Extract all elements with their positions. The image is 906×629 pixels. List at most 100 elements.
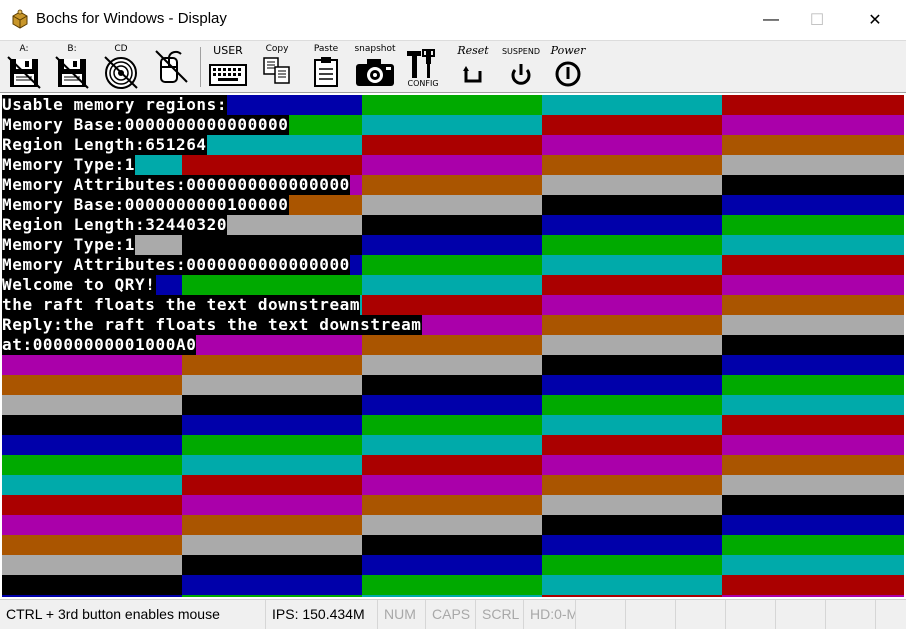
mouse-icon <box>155 50 188 83</box>
title-bar: Bochs for Windows - Display — ☐ ✕ <box>0 0 906 40</box>
color-bar-cell <box>722 155 904 175</box>
status-ips: IPS: 150.434M <box>266 600 378 629</box>
color-bar-cell <box>722 115 904 135</box>
snapshot-button[interactable]: snapshot <box>352 44 398 90</box>
color-bar-cell <box>362 135 542 155</box>
color-bar-cell <box>362 255 542 275</box>
color-bar-cell <box>722 295 904 315</box>
status-bar: CTRL + 3rd button enables mouse IPS: 150… <box>0 599 906 629</box>
color-bar-cell <box>182 475 362 495</box>
color-bar-cell <box>362 455 542 475</box>
color-bar-cell <box>722 435 904 455</box>
color-bar-cell <box>722 415 904 435</box>
color-bar-cell <box>2 555 182 575</box>
color-bar-cell <box>362 235 542 255</box>
floppy-a-button[interactable]: A: <box>4 44 44 90</box>
color-bar-cell <box>542 235 722 255</box>
status-num: NUM <box>378 600 426 629</box>
config-icon <box>407 49 435 78</box>
toolbar-separator <box>200 47 201 87</box>
color-bar-cell <box>542 555 722 575</box>
close-button[interactable]: ✕ <box>852 0 898 40</box>
color-bar-cell <box>362 395 542 415</box>
color-bar-cell <box>2 475 182 495</box>
minimize-icon: — <box>763 11 779 28</box>
status-slot <box>626 600 676 629</box>
floppy-a-icon <box>7 56 41 89</box>
console-line: Region Length:651264 <box>2 135 207 155</box>
color-bar-cell <box>2 415 182 435</box>
color-bar-cell <box>722 335 904 355</box>
status-caps: CAPS <box>426 600 476 629</box>
reset-icon <box>463 66 482 83</box>
color-bar-cell <box>182 395 362 415</box>
color-bar-cell <box>722 515 904 535</box>
color-bar-cell <box>722 555 904 575</box>
color-bar-cell <box>2 495 182 515</box>
floppy-b-icon <box>55 56 89 89</box>
bochs-app-icon <box>10 9 30 29</box>
color-bar-cell <box>722 275 904 295</box>
color-bar-cell <box>362 575 542 595</box>
color-bar-cell <box>542 335 722 355</box>
color-bar-cell <box>542 255 722 275</box>
color-bar-cell <box>722 235 904 255</box>
color-bar-cell <box>722 195 904 215</box>
mouse-button[interactable] <box>150 44 192 90</box>
color-bar-cell <box>362 275 542 295</box>
color-bar-cell <box>2 455 182 475</box>
status-slot <box>776 600 826 629</box>
paste-icon <box>314 57 338 87</box>
emulator-display[interactable]: Usable memory regions: Memory Base:00000… <box>2 95 904 597</box>
color-bar-cell <box>542 355 722 375</box>
color-bar-cell <box>722 135 904 155</box>
config-button[interactable]: CONFIG <box>402 44 444 90</box>
color-bar-cell <box>182 575 362 595</box>
color-bar-cell <box>182 375 362 395</box>
camera-icon <box>356 59 394 86</box>
power-button[interactable]: Power <box>546 44 590 90</box>
suspend-button[interactable]: SUSPEND <box>500 44 542 90</box>
color-bar-cell <box>2 395 182 415</box>
toolbar: A: B: CD USER Copy Paste snapshot CONFIG… <box>0 40 906 93</box>
color-bar-cell <box>362 175 542 195</box>
console-line: Memory Type:1 <box>2 235 136 255</box>
color-bar-cell <box>722 475 904 495</box>
color-bar-cell <box>362 195 542 215</box>
console-line: the raft floats the text downstream <box>2 295 361 315</box>
color-bar-cell <box>182 455 362 475</box>
floppy-b-button[interactable]: B: <box>52 44 92 90</box>
color-bar-cell <box>2 515 182 535</box>
color-bar-cell <box>182 275 362 295</box>
minimize-button[interactable]: — <box>748 0 794 40</box>
color-bar-cell <box>182 235 362 255</box>
color-bar-cell <box>722 595 904 597</box>
copy-button[interactable]: Copy <box>258 44 296 90</box>
maximize-button[interactable]: ☐ <box>794 0 840 40</box>
paste-button[interactable]: Paste <box>306 44 346 90</box>
color-bar-cell <box>722 355 904 375</box>
color-bar-cell <box>542 275 722 295</box>
color-bar-cell <box>362 155 542 175</box>
color-bar-cell <box>362 355 542 375</box>
status-slot <box>726 600 776 629</box>
user-keyboard-button[interactable]: USER <box>206 44 250 90</box>
color-bar-cell <box>542 475 722 495</box>
color-bar-cell <box>182 415 362 435</box>
color-bar-cell <box>722 495 904 515</box>
color-bar-cell <box>182 535 362 555</box>
console-line: Memory Attributes:0000000000000000 <box>2 255 350 275</box>
color-bar-cell <box>362 375 542 395</box>
cdrom-button[interactable]: CD <box>100 44 142 90</box>
color-bar-cell <box>182 435 362 455</box>
reset-button[interactable]: Reset <box>450 44 496 90</box>
color-bar-cell <box>362 495 542 515</box>
color-bar-cell <box>542 175 722 195</box>
color-bar-cell <box>2 355 182 375</box>
power-icon <box>555 61 581 87</box>
color-bar-cell <box>2 575 182 595</box>
color-bar-cell <box>182 335 362 355</box>
color-bar-cell <box>362 335 542 355</box>
color-bar-cell <box>542 195 722 215</box>
color-bar-cell <box>542 455 722 475</box>
